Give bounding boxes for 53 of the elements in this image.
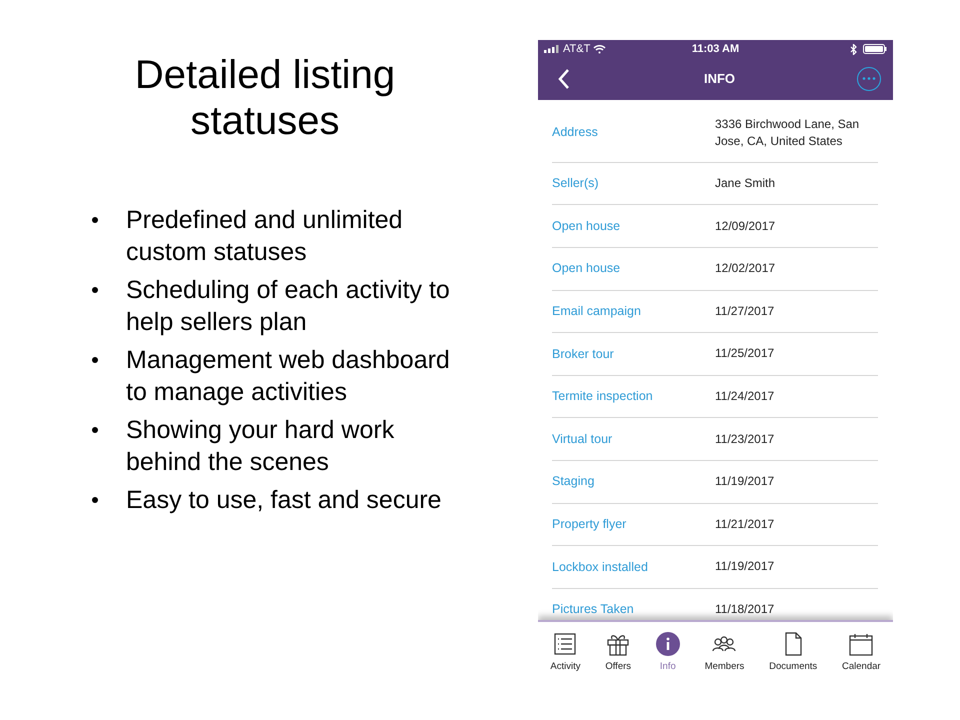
field-value: 11/23/2017 xyxy=(715,430,776,448)
tab[interactable]: Calendar xyxy=(842,632,881,674)
bullet-icon xyxy=(92,357,98,363)
status-time: 11:03 AM xyxy=(692,42,740,57)
tab[interactable]: Activity xyxy=(550,632,580,674)
field-value: 11/18/2017 xyxy=(715,601,776,618)
tab[interactable]: Offers xyxy=(605,632,632,674)
field-value: 11/25/2017 xyxy=(715,345,776,362)
bullet-text: Easy to use, fast and secure xyxy=(126,485,442,516)
tab[interactable]: Documents xyxy=(769,632,818,674)
bullet-icon xyxy=(92,427,98,433)
tab[interactable]: Members xyxy=(704,632,744,674)
field-value: 3336 Birchwood Lane, San Jose, CA, United States xyxy=(715,116,860,150)
back-icon xyxy=(558,68,570,89)
wifi-icon xyxy=(593,44,606,54)
battery-icon xyxy=(863,44,888,54)
tab[interactable]: Info xyxy=(656,632,680,674)
more-button[interactable] xyxy=(857,66,881,91)
bullet-text: Predefined and unlimited custom statuses xyxy=(126,205,404,268)
field-label: Pictures Taken xyxy=(552,601,635,618)
field-value: 12/02/2017 xyxy=(715,260,776,278)
field-label: Email campaign xyxy=(552,303,642,320)
field-label: Staging xyxy=(552,473,596,490)
bullet-text: Showing your hard work behind the scenes xyxy=(126,415,396,478)
field-label: Property flyer xyxy=(552,516,628,533)
field-value: 11/19/2017 xyxy=(715,558,776,576)
field-value: 12/09/2017 xyxy=(715,218,776,235)
slide-title: Detailed listing statuses xyxy=(134,52,396,144)
field-value: 11/24/2017 xyxy=(715,388,776,406)
bullet-icon xyxy=(92,217,98,223)
field-label: Open house xyxy=(552,260,622,278)
field-label: Seller(s) xyxy=(552,175,600,192)
bullet-text: Management web dashboard to manage activities xyxy=(126,345,451,408)
field-label: Open house xyxy=(552,218,622,235)
screen-title: INFO xyxy=(702,70,736,88)
list-icon xyxy=(553,632,578,656)
bullet-text: Scheduling of each activity to help sellers plan xyxy=(126,275,451,338)
field-value: 11/19/2017 xyxy=(715,473,776,490)
field-label: Termite inspection xyxy=(552,388,654,406)
field-label: Address xyxy=(552,124,599,142)
carrier-name: AT&T xyxy=(563,42,590,57)
field-label: Broker tour xyxy=(552,346,615,363)
more-icon xyxy=(862,77,876,80)
field-value: 11/21/2017 xyxy=(715,516,776,533)
calendar-icon xyxy=(849,632,874,656)
field-value: 11/27/2017 xyxy=(715,302,776,320)
bullet-icon xyxy=(92,287,98,293)
bluetooth-icon xyxy=(850,44,858,54)
signal-icon xyxy=(544,45,560,53)
field-label: Virtual tour xyxy=(552,430,614,448)
field-label: Lockbox installed xyxy=(552,558,649,576)
bullet-icon xyxy=(92,497,98,503)
field-value: Jane Smith xyxy=(715,175,776,192)
